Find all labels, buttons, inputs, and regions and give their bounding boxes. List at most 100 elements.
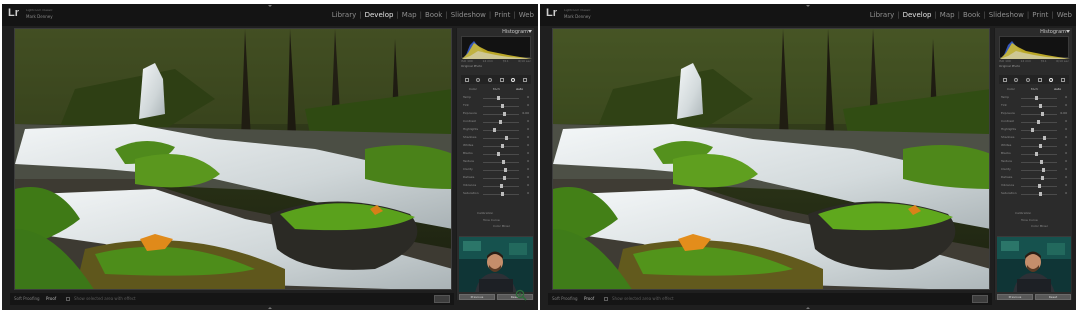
panel-collapse-icon[interactable] (528, 30, 532, 33)
panel-section-calibration[interactable]: Calibration (477, 211, 493, 215)
toolbar-label: Soft Proofing (14, 296, 40, 301)
panel-section-color-mixer[interactable]: Color Mixer (493, 224, 510, 228)
module-library[interactable]: Library (331, 11, 357, 19)
module-slideshow[interactable]: Slideshow (450, 11, 487, 19)
slider-row[interactable]: Blacks 0 (461, 150, 531, 158)
bottom-panel-toggle-icon[interactable] (268, 307, 272, 309)
right-panel: Histogram ISO 100 14 mm f/11 6/10 sec Or… (994, 28, 1072, 300)
slider-row[interactable]: Temp 0 (461, 94, 531, 102)
identity-plate-app: Lightroom Classic (564, 8, 591, 12)
pill-color[interactable]: Color (469, 87, 477, 91)
slider-row[interactable]: Saturation 0 (999, 190, 1069, 198)
proof-toggle[interactable]: Proof (584, 296, 594, 301)
slider-row[interactable]: Exposure 0.00 (461, 110, 531, 118)
slider-row[interactable]: Vibrance 0 (999, 182, 1069, 190)
module-slideshow[interactable]: Slideshow (988, 11, 1025, 19)
tool-strip (461, 75, 531, 84)
reset-button[interactable]: Reset (1035, 294, 1071, 300)
slider-row[interactable]: Highlights 0 (461, 126, 531, 134)
crop-icon[interactable] (464, 77, 469, 82)
module-develop[interactable]: Develop (364, 11, 395, 19)
panel-section-color-mixer[interactable]: Color Mixer (1031, 224, 1048, 228)
slider-row[interactable]: Vibrance 0 (461, 182, 531, 190)
panel-section-calibration[interactable]: Calibration (1015, 211, 1031, 215)
module-map[interactable]: Map (401, 11, 418, 19)
slider-row[interactable]: Highlights 0 (999, 126, 1069, 134)
module-book[interactable]: Book (424, 11, 443, 19)
slider-row[interactable]: Tint 0 (461, 102, 531, 110)
spot-removal-icon[interactable] (1014, 77, 1019, 82)
histogram-title[interactable]: Histogram (1040, 29, 1066, 35)
pill-bw[interactable]: B&W (493, 87, 500, 91)
slider-row[interactable]: Contrast 0 (461, 118, 531, 126)
pill-bw[interactable]: B&W (1031, 87, 1038, 91)
slider-row[interactable]: Contrast 0 (999, 118, 1069, 126)
module-develop[interactable]: Develop (902, 11, 933, 19)
slider-row[interactable]: Texture 0 (999, 158, 1069, 166)
app-logo: Lr (546, 7, 557, 19)
slider-row[interactable]: Clarity 0 (461, 166, 531, 174)
crop-icon[interactable] (1002, 77, 1007, 82)
done-button[interactable] (972, 295, 988, 303)
module-print[interactable]: Print (493, 11, 511, 19)
slider-row[interactable]: Blacks 0 (999, 150, 1069, 158)
original-photo-toggle[interactable]: Original Photo (461, 64, 482, 68)
slider-row[interactable]: Clarity 0 (999, 166, 1069, 174)
module-web[interactable]: Web (518, 11, 535, 19)
slider-row[interactable]: Shadows 0 (461, 134, 531, 142)
module-book[interactable]: Book (962, 11, 981, 19)
top-panel-toggle-icon[interactable] (268, 5, 272, 7)
slider-row[interactable]: Dehaze 0 (999, 174, 1069, 182)
slider-row[interactable]: Shadows 0 (999, 134, 1069, 142)
module-picker: Library | Develop | Map | Book | Slideshow | … (331, 11, 535, 19)
proof-checkbox[interactable] (604, 297, 608, 301)
tool-strip (999, 75, 1069, 84)
develop-toolbar: Soft Proofing Proof Show selected area w… (548, 293, 992, 305)
pill-auto[interactable]: Auto (516, 87, 523, 91)
photo-viewer[interactable] (552, 28, 990, 290)
slider-row[interactable]: Temp 0 (999, 94, 1069, 102)
webcam-overlay (459, 236, 533, 292)
module-print[interactable]: Print (1031, 11, 1049, 19)
red-eye-icon[interactable] (1026, 77, 1031, 82)
module-library[interactable]: Library (869, 11, 895, 19)
lightroom-window-right: Lr Lightroom Classic Mark Denney Library… (540, 4, 1076, 310)
graduated-filter-icon[interactable] (1037, 77, 1042, 82)
treatment-pills: Color B&W Auto (999, 87, 1069, 91)
radial-filter-icon[interactable] (1049, 77, 1054, 82)
toolbar-note: Show selected area with effect (612, 296, 674, 301)
pill-auto[interactable]: Auto (1054, 87, 1061, 91)
proof-toggle[interactable]: Proof (46, 296, 56, 301)
brush-icon[interactable] (523, 77, 528, 82)
panel-section-tone-curve[interactable]: Tone Curve (483, 218, 500, 222)
slider-row[interactable]: Tint 0 (999, 102, 1069, 110)
module-web[interactable]: Web (1056, 11, 1073, 19)
proof-checkbox[interactable] (66, 297, 70, 301)
slider-row[interactable]: Whites 0 (461, 142, 531, 150)
radial-filter-icon[interactable] (511, 77, 516, 82)
pill-color[interactable]: Color (1007, 87, 1015, 91)
spot-removal-icon[interactable] (476, 77, 481, 82)
top-panel-toggle-icon[interactable] (806, 5, 810, 7)
original-photo-toggle[interactable]: Original Photo (999, 64, 1020, 68)
slider-row[interactable]: Texture 0 (461, 158, 531, 166)
previous-button[interactable]: Previous (459, 294, 495, 300)
panel-section-tone-curve[interactable]: Tone Curve (1021, 218, 1038, 222)
module-map[interactable]: Map (939, 11, 956, 19)
brush-icon[interactable] (1061, 77, 1066, 82)
waterfall-photo (553, 29, 989, 289)
red-eye-icon[interactable] (488, 77, 493, 82)
slider-row[interactable]: Saturation 0 (461, 190, 531, 198)
done-button[interactable] (434, 295, 450, 303)
zoom-icon[interactable] (515, 289, 527, 301)
bottom-panel-toggle-icon[interactable] (806, 307, 810, 309)
slider-row[interactable]: Exposure 0.00 (999, 110, 1069, 118)
slider-row[interactable]: Dehaze 0 (461, 174, 531, 182)
photo-viewer[interactable] (14, 28, 452, 290)
panel-collapse-icon[interactable] (1066, 30, 1070, 33)
basic-sliders: Temp 0 Tint 0 Exposure 0.00 Contrast 0 Highl… (999, 94, 1069, 198)
histogram-title[interactable]: Histogram (502, 29, 528, 35)
slider-row[interactable]: Whites 0 (999, 142, 1069, 150)
graduated-filter-icon[interactable] (499, 77, 504, 82)
previous-button[interactable]: Previous (997, 294, 1033, 300)
